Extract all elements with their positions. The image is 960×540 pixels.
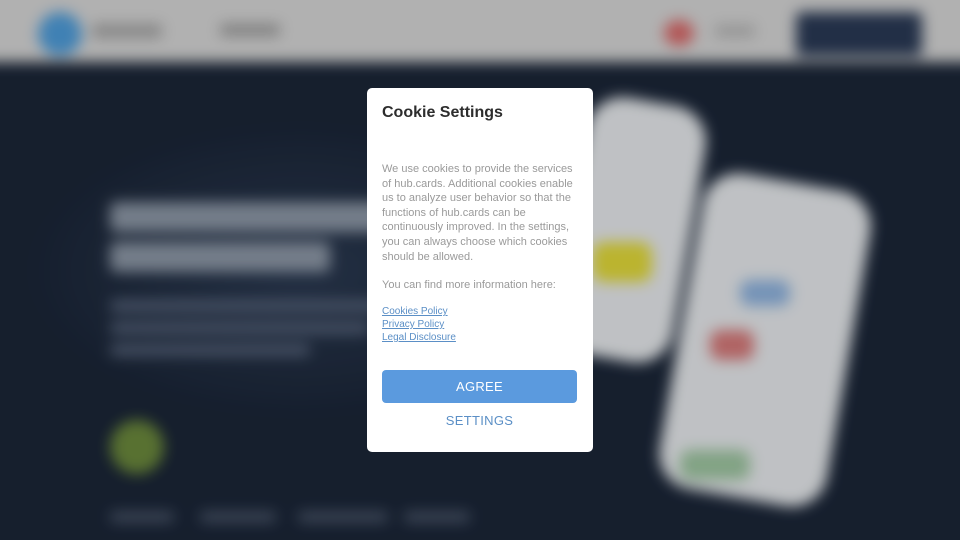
agree-button[interactable]: AGREE bbox=[382, 370, 577, 403]
cookie-settings-dialog: Cookie Settings We use cookies to provid… bbox=[367, 88, 593, 452]
dialog-description: We use cookies to provide the services o… bbox=[382, 163, 573, 263]
privacy-policy-link[interactable]: Privacy Policy bbox=[382, 319, 578, 332]
dialog-title: Cookie Settings bbox=[382, 104, 503, 121]
policy-links: Cookies Policy Privacy Policy Legal Disc… bbox=[382, 306, 578, 344]
cookies-policy-link[interactable]: Cookies Policy bbox=[382, 306, 578, 319]
more-info-text: You can find more information here: bbox=[382, 279, 556, 292]
legal-disclosure-link[interactable]: Legal Disclosure bbox=[382, 332, 578, 345]
settings-button[interactable]: SETTINGS bbox=[382, 408, 577, 432]
